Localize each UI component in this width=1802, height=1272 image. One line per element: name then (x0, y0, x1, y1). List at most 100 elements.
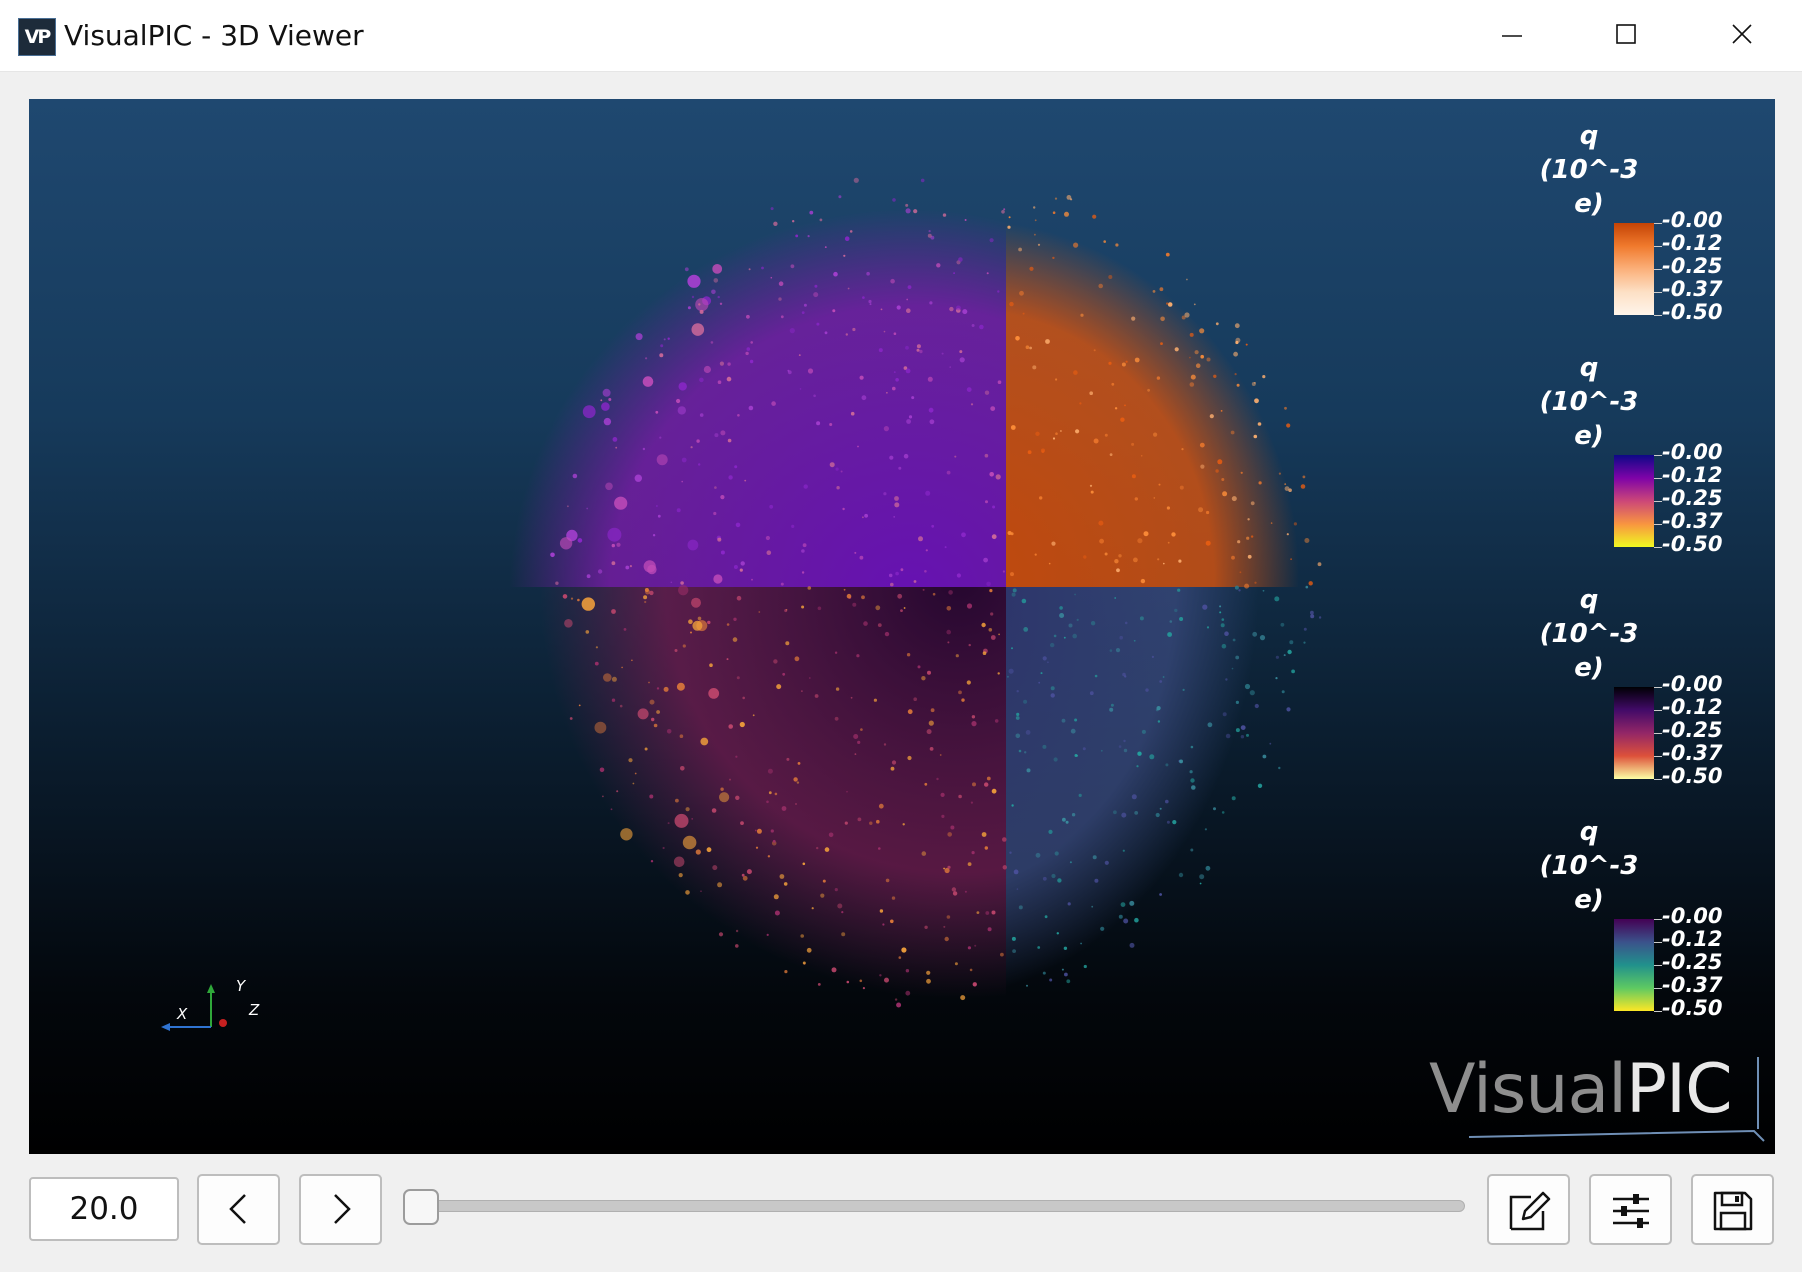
particle (713, 278, 719, 283)
particle (1064, 972, 1068, 977)
particle (1015, 336, 1020, 341)
particle (886, 392, 888, 394)
particle (679, 734, 684, 738)
particle (728, 475, 733, 480)
particle (680, 581, 684, 585)
particle (736, 595, 742, 601)
particle (846, 980, 850, 984)
legend-tick-label: -0.00 (1662, 904, 1723, 928)
particle (780, 315, 784, 319)
save-button[interactable] (1691, 1174, 1774, 1245)
particle (991, 910, 996, 915)
particle (707, 620, 711, 625)
particle (1122, 849, 1125, 852)
particle (862, 516, 864, 519)
particle (1062, 817, 1066, 822)
previous-step-button[interactable] (197, 1174, 280, 1245)
particle (1172, 820, 1177, 825)
particle (1166, 506, 1170, 510)
edit-button[interactable] (1487, 1174, 1570, 1245)
particle (755, 846, 759, 849)
particle (770, 829, 774, 833)
time-input[interactable]: 20.0 (29, 1177, 179, 1241)
render-viewport[interactable]: q (10^-3 e) -0.00 -0.12 -0.25 -0.37 -0.50 q (10^-… (29, 99, 1775, 1154)
particle (774, 792, 778, 796)
y-axis-label: Y (236, 977, 246, 995)
particle (863, 621, 868, 626)
particle (1215, 469, 1219, 473)
particle (1220, 623, 1225, 628)
particle (968, 643, 971, 647)
particle (1199, 442, 1205, 448)
particle (745, 351, 749, 356)
particle (824, 331, 828, 335)
particle (720, 550, 725, 555)
particle (1284, 406, 1287, 410)
particle (1114, 597, 1117, 599)
particle (634, 772, 637, 775)
particle (1286, 423, 1291, 428)
particle (1094, 674, 1098, 678)
particle (1224, 631, 1229, 636)
particle (1029, 346, 1032, 350)
particle (691, 818, 694, 820)
particle (662, 846, 665, 850)
particle (793, 777, 798, 782)
particle (1153, 497, 1156, 499)
particle (843, 254, 846, 257)
particle (984, 390, 990, 395)
legend-tick-mark (1654, 223, 1662, 224)
particle (890, 766, 895, 771)
particle (1092, 214, 1097, 219)
minimize-button[interactable] (1484, 12, 1540, 60)
particle (959, 350, 963, 354)
close-button[interactable] (1714, 12, 1770, 60)
particle (927, 376, 933, 382)
legend-tick-mark (1654, 733, 1662, 734)
particle (1108, 361, 1112, 365)
particle (1305, 585, 1309, 589)
particle (742, 696, 745, 700)
particle (767, 768, 773, 774)
particle (1162, 676, 1165, 678)
particle (1139, 616, 1144, 621)
particle (905, 990, 911, 996)
particle (898, 466, 902, 470)
particle (714, 433, 719, 438)
legend-title: q (10^-3 e) (1519, 119, 1659, 221)
settings-button[interactable] (1589, 1174, 1672, 1245)
particle (864, 513, 868, 518)
particle (1098, 283, 1103, 289)
maximize-button[interactable] (1598, 12, 1654, 60)
particle (832, 309, 836, 313)
particle (1079, 402, 1082, 405)
particle (966, 680, 971, 685)
particle (942, 213, 947, 217)
particle (1061, 718, 1066, 723)
particle (682, 644, 686, 648)
timestep-slider-track[interactable] (405, 1200, 1465, 1212)
particle (1278, 766, 1281, 770)
particle (1072, 633, 1077, 639)
particle (690, 446, 693, 449)
particle (985, 500, 988, 504)
next-step-button[interactable] (299, 1174, 382, 1245)
particle (1225, 678, 1228, 681)
window-title: VisualPIC - 3D Viewer (64, 19, 364, 52)
particle (1023, 627, 1029, 632)
particle (1011, 804, 1014, 807)
particle (834, 651, 838, 654)
particle (916, 344, 921, 349)
particle (1073, 242, 1079, 248)
particle (774, 910, 780, 916)
timestep-slider-handle[interactable] (403, 1189, 439, 1225)
particle (970, 403, 974, 406)
particle (943, 867, 945, 870)
particle (955, 654, 959, 658)
particle (873, 698, 878, 702)
legend-title-line: q (1579, 353, 1599, 383)
particle (673, 856, 685, 868)
particle (953, 272, 955, 274)
particle (1199, 328, 1205, 334)
particle (779, 874, 785, 879)
